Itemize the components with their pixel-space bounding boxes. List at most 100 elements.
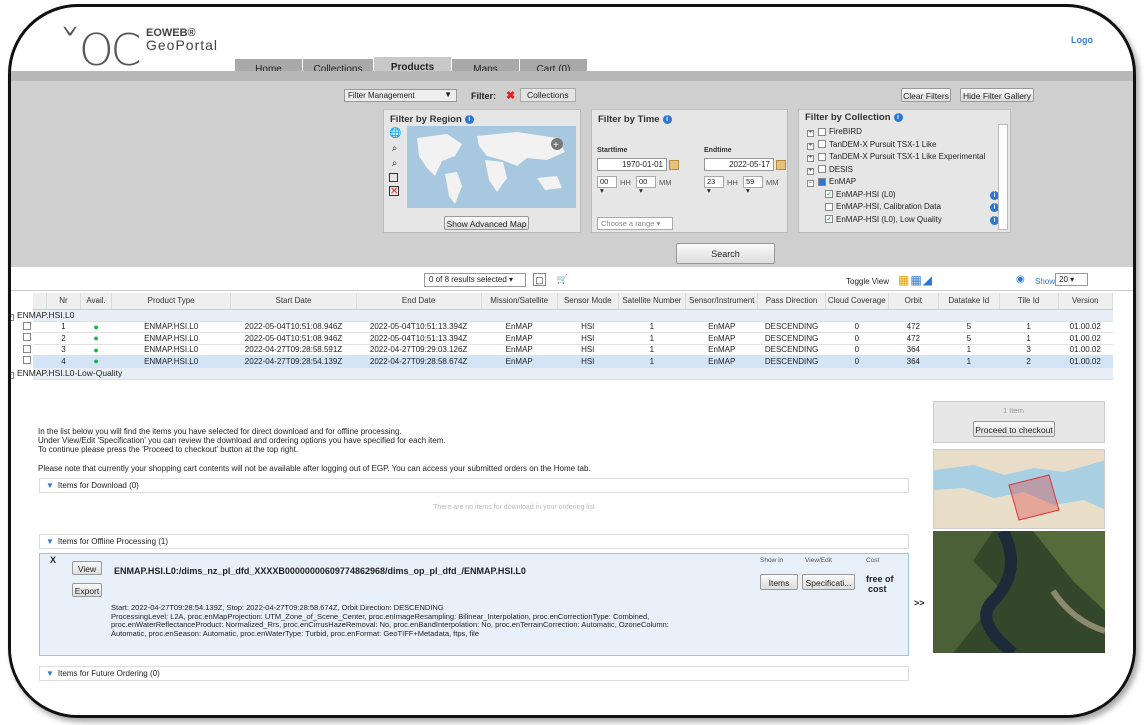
- checkbox[interactable]: [818, 140, 826, 149]
- hide-filter-gallery-button[interactable]: Hide Filter Gallery: [960, 88, 1034, 102]
- table-view-icon[interactable]: ▦: [898, 273, 910, 287]
- start-hour-select[interactable]: 00 ▾: [597, 176, 617, 195]
- header-cell[interactable]: Datatake Id: [938, 293, 1000, 310]
- info-icon[interactable]: i: [893, 112, 903, 122]
- collection-item[interactable]: − EnMAP: [807, 176, 997, 189]
- collection-item[interactable]: + TanDEM-X Pursuit TSX-1 Like Experimenta…: [807, 151, 997, 164]
- header-cell[interactable]: Start Date: [230, 293, 357, 310]
- filter-management-select[interactable]: Filter Management ▼: [344, 89, 457, 102]
- endtime-input[interactable]: 2022-05-17: [704, 158, 774, 171]
- table-row[interactable]: 3 ● ENMAP.HSI.L0 2022-04-27T09:28:58.591Z 20…: [22, 344, 1113, 356]
- collection-scrollbar[interactable]: [998, 124, 1008, 230]
- table-row[interactable]: 2 ● ENMAP.HSI.L0 2022-05-04T10:51:08.946Z 20…: [22, 332, 1113, 345]
- header-cell[interactable]: Sensor Mode: [557, 293, 619, 310]
- expand-plus-icon[interactable]: +: [807, 142, 814, 150]
- end-hour-select[interactable]: 23 ▾: [704, 176, 724, 195]
- table-cell: HSI: [557, 321, 619, 333]
- header-cell[interactable]: Version: [1058, 293, 1113, 310]
- row-checkbox[interactable]: [22, 344, 31, 353]
- world-map[interactable]: +: [407, 126, 576, 208]
- row-checkbox[interactable]: [22, 356, 31, 365]
- expand-preview-button[interactable]: >>: [914, 598, 925, 608]
- cart-icon[interactable]: 🛒: [556, 273, 569, 286]
- header-cell[interactable]: Satellite Number: [618, 293, 687, 310]
- search-button[interactable]: Search: [676, 243, 775, 264]
- collection-item[interactable]: + FireBIRD: [807, 126, 997, 139]
- collection-item[interactable]: + TanDEM-X Pursuit TSX-1 Like: [807, 139, 997, 152]
- starttime-input[interactable]: 1970-01-01: [597, 158, 667, 171]
- download-section-header[interactable]: ▼ Items for Download (0): [39, 478, 909, 493]
- login-link[interactable]: Logo: [1071, 35, 1093, 45]
- zoom-in-icon[interactable]: ⌕: [389, 143, 400, 154]
- header-cell[interactable]: Tile Id: [999, 293, 1059, 310]
- header-cell[interactable]: Mission/Satellite: [481, 293, 558, 310]
- checkbox[interactable]: [818, 165, 826, 174]
- grid-view-icon[interactable]: ▦: [910, 273, 922, 287]
- collection-item[interactable]: + DESIS: [807, 164, 997, 177]
- collection-item[interactable]: EnMAP-HSI, Calibration Data i: [807, 201, 999, 214]
- items-button[interactable]: Items: [760, 574, 798, 590]
- calendar-icon[interactable]: [669, 160, 679, 170]
- remove-item-icon[interactable]: X: [50, 555, 56, 565]
- zoom-out-icon[interactable]: ⌕: [389, 158, 400, 169]
- row-checkbox[interactable]: [22, 333, 31, 342]
- header-cell[interactable]: Product Type: [111, 293, 232, 310]
- collection-item-label: EnMAP-HSI (L0): [836, 189, 896, 199]
- quicklook-image[interactable]: [933, 531, 1105, 653]
- expand-plus-icon[interactable]: +: [807, 130, 814, 137]
- table-cell: 2022-04-27T09:28:54.139Z: [230, 355, 357, 368]
- expand-plus-icon[interactable]: +: [807, 167, 814, 175]
- clear-filters-button[interactable]: Clear Filters: [901, 88, 951, 102]
- table-row[interactable]: 1 ● ENMAP.HSI.L0 2022-05-04T10:51:08.946Z 20…: [22, 321, 1113, 333]
- checkbox[interactable]: [818, 152, 826, 161]
- show-items-select[interactable]: 20 ▾: [1055, 273, 1088, 286]
- end-minute-select[interactable]: 59 ▾: [743, 176, 763, 195]
- group-row[interactable]: − ENMAP.HSI.L0-Low-Quality: [11, 367, 1113, 380]
- selection-select[interactable]: 0 of 8 results selected ▾: [424, 273, 526, 287]
- header-cell[interactable]: Sensor/Instrument: [685, 293, 759, 310]
- group-row[interactable]: − ENMAP.HSI.L0: [11, 309, 1113, 322]
- collapse-minus-icon[interactable]: −: [807, 180, 814, 187]
- info-icon[interactable]: i: [662, 114, 672, 124]
- header-cell[interactable]: Orbit: [888, 293, 939, 310]
- eye-icon[interactable]: ◉: [1016, 274, 1025, 285]
- remove-filter-icon[interactable]: ✖: [506, 89, 515, 102]
- header-cell[interactable]: Avail.: [80, 293, 112, 310]
- collapse-minus-icon[interactable]: −: [11, 313, 14, 321]
- globe-icon[interactable]: 🌐: [389, 128, 401, 139]
- collection-item[interactable]: ✓ EnMAP-HSI (L0) i: [807, 189, 999, 202]
- start-minute-select[interactable]: 00 ▾: [636, 176, 656, 195]
- export-button[interactable]: Export: [72, 583, 102, 597]
- future-section-header[interactable]: ▼ Items for Future Ordering (0): [39, 666, 909, 681]
- table-cell: 4: [46, 355, 81, 368]
- collection-item[interactable]: ✓ EnMAP-HSI (L0), Low Quality i: [807, 214, 999, 227]
- table-cell: DESCENDING: [757, 355, 826, 368]
- collapse-minus-icon[interactable]: −: [11, 371, 14, 379]
- proceed-to-checkout-button[interactable]: Proceed to checkout: [973, 421, 1055, 437]
- checkbox[interactable]: [825, 202, 833, 211]
- show-advanced-map-button[interactable]: Show Advanced Map: [444, 216, 529, 230]
- header-cell[interactable]: Cloud Coverage: [825, 293, 889, 310]
- checkbox-checked[interactable]: ✓: [825, 215, 833, 224]
- clear-selection-icon[interactable]: ✕: [389, 186, 399, 197]
- checkbox[interactable]: [818, 177, 826, 186]
- select-all-icon[interactable]: ▢: [533, 273, 546, 286]
- specification-button[interactable]: Specificati...: [802, 574, 855, 590]
- header-cell[interactable]: Nr: [46, 293, 82, 310]
- view-button[interactable]: View: [72, 561, 102, 575]
- checkbox-checked[interactable]: ✓: [825, 190, 833, 199]
- info-icon[interactable]: i: [464, 114, 474, 124]
- collections-filter-chip[interactable]: Collections: [520, 88, 576, 102]
- header-cell[interactable]: End Date: [356, 293, 482, 310]
- table-row[interactable]: 4 ● ENMAP.HSI.L0 2022-04-27T09:28:54.139Z 20…: [22, 355, 1113, 368]
- footprint-map-thumbnail[interactable]: [933, 449, 1105, 529]
- rectangle-select-icon[interactable]: [389, 173, 398, 182]
- offline-section-header[interactable]: ▼ Items for Offline Processing (1): [39, 534, 909, 549]
- expand-plus-icon[interactable]: +: [807, 155, 814, 162]
- range-select[interactable]: Choose a range ▾: [597, 217, 673, 230]
- row-checkbox[interactable]: [22, 321, 31, 330]
- map-view-icon[interactable]: ◢: [923, 273, 933, 287]
- calendar-icon[interactable]: [776, 160, 786, 170]
- header-cell[interactable]: Pass Direction: [757, 293, 826, 310]
- checkbox[interactable]: [818, 127, 826, 136]
